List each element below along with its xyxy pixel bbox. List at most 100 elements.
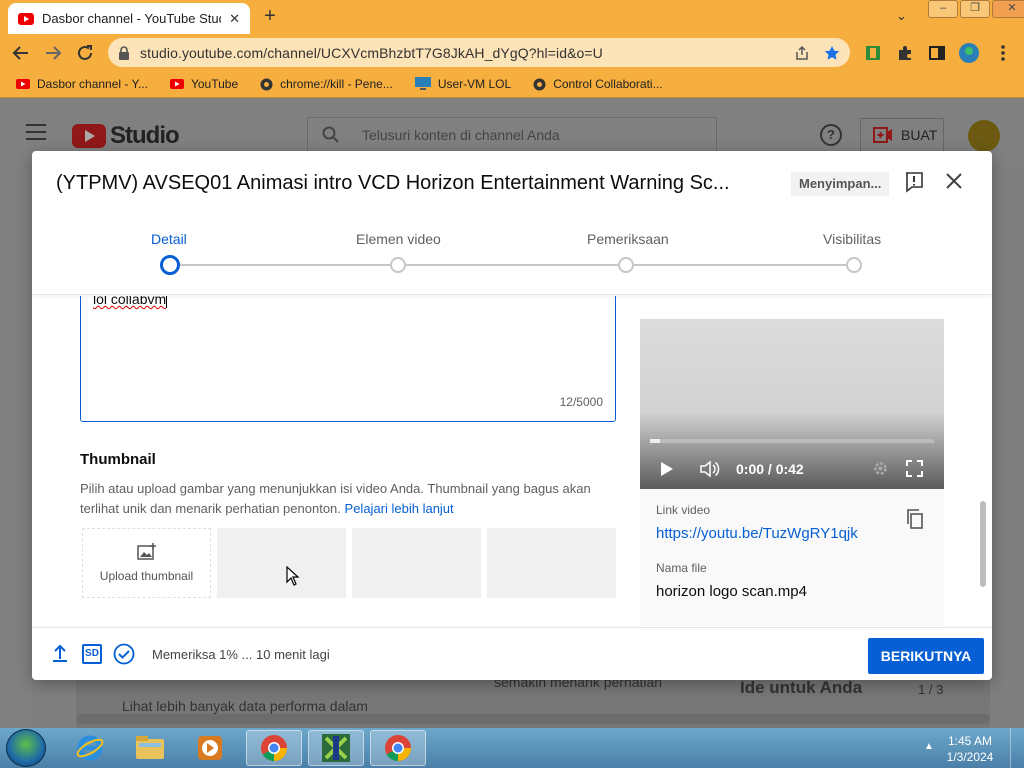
close-window-button[interactable]: ✕: [992, 0, 1024, 18]
thumbnail-heading: Thumbnail: [80, 451, 156, 468]
upload-stepper: Detail Elemen video Pemeriksaan Visibili…: [32, 217, 992, 295]
auto-thumbnail-2[interactable]: [352, 528, 481, 598]
dialog-header: (YTPMV) AVSEQ01 Animasi intro VCD Horizo…: [32, 151, 992, 217]
thumbnail-description-text: Pilih atau upload gambar yang menunjukka…: [80, 481, 591, 516]
step-video-elements[interactable]: Elemen video: [356, 231, 441, 247]
thumbnail-description: Pilih atau upload gambar yang menunjukka…: [80, 479, 620, 519]
bookmark-item[interactable]: User-VM LOL: [414, 77, 511, 91]
tab-close-icon[interactable]: ✕: [229, 11, 240, 27]
upload-status: Memeriksa 1% ... 10 menit lagi: [152, 647, 330, 662]
start-button[interactable]: [6, 729, 46, 767]
show-desktop-button[interactable]: [1010, 728, 1024, 768]
globe-icon: [260, 78, 273, 90]
window-controls: – ❐ ✕: [928, 0, 1024, 18]
tab-search-chevron-icon[interactable]: ⌄: [896, 8, 907, 24]
auto-thumbnail-3[interactable]: [487, 528, 616, 598]
feedback-icon[interactable]: [904, 171, 926, 195]
step-checks[interactable]: Pemeriksaan: [587, 231, 669, 247]
channel-avatar[interactable]: [968, 120, 1000, 152]
dialog-footer: SD Memeriksa 1% ... 10 menit lagi BERIKU…: [32, 627, 992, 680]
reload-icon: [78, 44, 92, 60]
more-menu-icon[interactable]: [992, 42, 1014, 64]
bookmark-label: Control Collaborati...: [553, 77, 663, 91]
ideas-pager: 1 / 3: [918, 682, 944, 697]
minimize-button[interactable]: –: [928, 0, 958, 18]
step-detail-dot[interactable]: [160, 255, 180, 275]
studio-sidebar: [0, 165, 32, 725]
share-icon[interactable]: [794, 45, 810, 61]
link-label: Link video: [656, 503, 711, 517]
learn-more-link[interactable]: Pelajari lebih lanjut: [345, 501, 454, 516]
copy-icon[interactable]: [906, 509, 924, 529]
dialog-scrollbar[interactable]: [980, 501, 986, 587]
dialog-title: (YTPMV) AVSEQ01 Animasi intro VCD Horizo…: [56, 172, 730, 194]
step-visibility-dot[interactable]: [846, 257, 862, 273]
create-video-icon: [873, 127, 892, 143]
taskbar-ie-icon[interactable]: [62, 730, 118, 766]
play-icon[interactable]: [660, 461, 674, 477]
volume-icon[interactable]: [700, 460, 720, 478]
close-icon[interactable]: [944, 171, 968, 195]
step-video-elements-dot[interactable]: [390, 257, 406, 273]
clock-date: 1/3/2024: [946, 750, 994, 764]
new-tab-button[interactable]: +: [258, 5, 282, 29]
char-count: 12/5000: [559, 395, 603, 409]
create-button[interactable]: BUAT: [860, 118, 944, 152]
taskbar-explorer-icon[interactable]: [122, 730, 178, 766]
studio-search-input[interactable]: Telusuri konten di channel Anda: [307, 117, 717, 153]
studio-logo[interactable]: Studio: [72, 122, 180, 150]
ideas-heading: Ide untuk Anda: [740, 678, 863, 697]
description-field[interactable]: lol collabvm 12/5000: [80, 296, 616, 422]
bookmark-label: Dasbor channel - Y...: [37, 77, 148, 91]
taskbar-chrome-icon[interactable]: [246, 730, 302, 766]
browser-tab[interactable]: Dasbor channel - YouTube Studio ✕: [8, 3, 250, 34]
step-visibility[interactable]: Visibilitas: [823, 231, 881, 247]
fullscreen-icon[interactable]: [906, 460, 923, 477]
clock-time: 1:45 AM: [947, 734, 993, 748]
bookmark-item[interactable]: chrome://kill - Pene...: [260, 77, 393, 91]
studio-logo-text: Studio: [110, 122, 180, 149]
profile-avatar-icon[interactable]: [958, 42, 980, 64]
upload-thumbnail-button[interactable]: Upload thumbnail: [82, 528, 211, 598]
system-clock[interactable]: 1:45 AM 1/3/2024: [946, 733, 994, 765]
next-button[interactable]: BERIKUTNYA: [868, 638, 984, 674]
auto-thumbnail-1[interactable]: [217, 528, 346, 598]
video-controls: 0:00 / 0:42: [640, 447, 944, 489]
maximize-button[interactable]: ❐: [960, 0, 990, 18]
reload-button[interactable]: [70, 38, 100, 68]
back-button[interactable]: [6, 38, 36, 68]
bookmark-star-icon[interactable]: [824, 45, 840, 61]
address-bar[interactable]: studio.youtube.com/channel/UCXVcmBhzbtT7…: [108, 38, 850, 67]
tray-expand-icon[interactable]: ▲: [924, 741, 934, 752]
monitor-icon: [414, 77, 431, 90]
step-checks-dot[interactable]: [618, 257, 634, 273]
help-icon[interactable]: ?: [820, 124, 842, 146]
video-preview[interactable]: 0:00 / 0:42: [640, 319, 944, 489]
bookmark-item[interactable]: Control Collaborati...: [533, 77, 663, 91]
video-link[interactable]: https://youtu.be/TuzWgRY1qjk: [656, 525, 858, 542]
settings-gear-icon[interactable]: [872, 460, 889, 477]
video-info-panel: Link video https://youtu.be/TuzWgRY1qjk …: [640, 489, 944, 626]
taskbar-chrome-icon-2[interactable]: [370, 730, 426, 766]
filename-value: horizon logo scan.mp4: [656, 583, 807, 600]
text-caret: [166, 296, 168, 308]
bookmark-item[interactable]: Dasbor channel - Y...: [16, 77, 148, 91]
tab-title: Dasbor channel - YouTube Studio: [42, 11, 222, 26]
create-label: BUAT: [901, 127, 938, 143]
saving-status: Menyimpan...: [791, 172, 890, 196]
menu-icon[interactable]: [26, 124, 46, 140]
extension-green-icon[interactable]: [862, 42, 884, 64]
extensions-puzzle-icon[interactable]: [894, 42, 916, 64]
step-detail[interactable]: Detail: [151, 231, 187, 247]
video-progress-bar[interactable]: [650, 439, 934, 443]
check-circle-icon: [113, 643, 135, 665]
youtube-icon: [16, 79, 30, 89]
taskbar-media-player-icon[interactable]: [182, 730, 238, 766]
bookmark-item[interactable]: YouTube: [169, 77, 238, 91]
thumbnail-options: Upload thumbnail: [82, 528, 616, 598]
horizontal-scrollbar[interactable]: [76, 714, 990, 724]
description-text: lol collabvm: [93, 296, 167, 307]
side-panel-icon[interactable]: [926, 42, 948, 64]
forward-button[interactable]: [38, 38, 68, 68]
taskbar-video-editor-icon[interactable]: [308, 730, 364, 766]
